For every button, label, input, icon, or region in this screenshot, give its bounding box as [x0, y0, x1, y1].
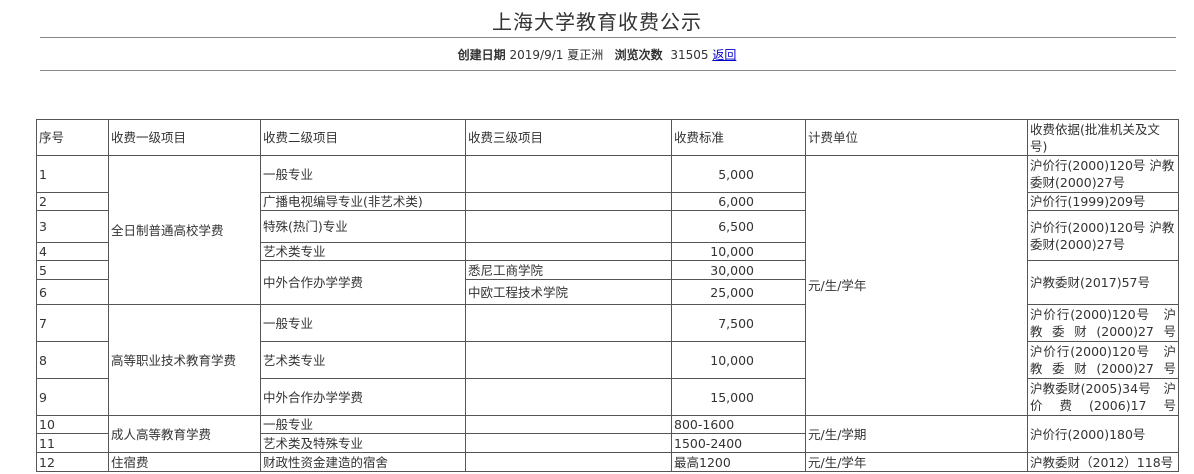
created-date-label: 创建日期	[457, 48, 506, 62]
table-row: 1 全日制普通高校学费 一般专业 5,000 元/生/学年 沪价行(2000)1…	[36, 155, 1179, 416]
fee-standard: 7,500	[671, 304, 806, 342]
header-cell: 收费标准	[671, 119, 806, 156]
fee-standard: 800-1600	[671, 415, 806, 434]
row-number: 8	[36, 341, 109, 379]
header-cell: 收费二级项目	[260, 119, 466, 156]
header-cell: 收费三级项目	[465, 119, 672, 156]
fee-subsubcategory	[465, 304, 672, 342]
fee-basis: 沪价行(2000)180号	[1027, 415, 1179, 453]
fee-standard: 10,000	[671, 242, 806, 261]
billing-unit: 元/生/学期	[805, 415, 1028, 453]
fee-basis: 沪教委财(2017)57号	[1027, 260, 1179, 305]
article-meta: 创建日期 2019/9/1 夏正洲 浏览次数 31505 返回	[0, 46, 1194, 63]
fee-subsubcategory	[465, 155, 672, 193]
fee-basis: 沪价行(2000)120号 沪教委财(2000)27号	[1027, 155, 1179, 193]
fee-category: 全日制普通高校学费	[108, 155, 261, 305]
fee-subsubcategory	[465, 192, 672, 211]
fee-standard: 30,000	[671, 260, 806, 280]
divider-bottom	[40, 70, 1176, 71]
fee-basis: 沪价行(1999)209号	[1027, 192, 1179, 211]
fee-subcategory: 一般专业	[260, 415, 466, 434]
fee-table: 序号 收费一级项目 收费二级项目 收费三级项目 收费标准 计费单位 收费依据(批…	[36, 119, 1179, 472]
fee-standard: 15,000	[671, 378, 806, 416]
table-row: 10 成人高等教育学费 一般专业 800-1600 元/生/学期 沪价行(200…	[36, 415, 1179, 453]
fee-subsubcategory	[465, 452, 672, 472]
fee-subcategory: 中外合作办学学费	[260, 260, 466, 305]
row-number: 12	[36, 452, 109, 472]
fee-subcategory: 中外合作办学学费	[260, 378, 466, 416]
fee-standard: 1500-2400	[671, 433, 806, 453]
view-count-label: 浏览次数	[614, 48, 663, 62]
row-number: 5	[36, 260, 109, 280]
fee-standard: 6,000	[671, 192, 806, 211]
fee-subcategory: 艺术类专业	[260, 341, 466, 379]
fee-standard: 5,000	[671, 155, 806, 193]
fee-subcategory: 艺术类专业	[260, 242, 466, 261]
fee-standard: 25,000	[671, 279, 806, 305]
row-number: 4	[36, 242, 109, 261]
header-cell: 序号	[36, 119, 109, 156]
fee-subsubcategory	[465, 415, 672, 434]
row-number: 2	[36, 192, 109, 211]
row-number: 7	[36, 304, 109, 342]
fee-category: 高等职业技术教育学费	[108, 304, 261, 416]
fee-subcategory: 一般专业	[260, 155, 466, 193]
fee-subsubcategory	[465, 378, 672, 416]
fee-subsubcategory	[465, 433, 672, 453]
table-row: 12 住宿费 财政性资金建造的宿舍 最高1200 元/生/学年 沪教委财（201…	[36, 452, 1179, 472]
fee-basis: 沪价行(2000)120号 沪教委财(2000)27号	[1027, 341, 1179, 379]
row-number: 3	[36, 210, 109, 243]
fee-category: 成人高等教育学费	[108, 415, 261, 453]
header-cell: 计费单位	[805, 119, 1028, 156]
row-number: 11	[36, 433, 109, 453]
fee-basis: 沪价行(2000)120号 沪教委财(2000)27号	[1027, 304, 1179, 342]
fee-subsubcategory	[465, 341, 672, 379]
row-number: 9	[36, 378, 109, 416]
fee-standard: 10,000	[671, 341, 806, 379]
billing-unit: 元/生/学年	[805, 155, 1028, 416]
fee-subcategory: 艺术类及特殊专业	[260, 433, 466, 453]
fee-subsubcategory: 中欧工程技术学院	[465, 279, 672, 305]
fee-subcategory: 广播电视编导专业(非艺术类)	[260, 192, 466, 211]
row-number: 1	[36, 155, 109, 193]
fee-subcategory: 一般专业	[260, 304, 466, 342]
fee-basis: 沪教委财(2005)34号 沪价费(2006)17号	[1027, 378, 1179, 416]
created-date-value: 2019/9/1 夏正洲	[509, 48, 604, 62]
fee-standard: 6,500	[671, 210, 806, 243]
view-count-value: 31505	[670, 48, 709, 62]
back-link[interactable]: 返回	[712, 48, 736, 62]
divider-top	[40, 37, 1176, 38]
row-number: 10	[36, 415, 109, 434]
fee-subsubcategory	[465, 210, 672, 243]
header-cell: 收费依据(批准机关及文号)	[1027, 119, 1179, 156]
fee-subsubcategory	[465, 242, 672, 261]
header-cell: 收费一级项目	[108, 119, 261, 156]
table-header-row: 序号 收费一级项目 收费二级项目 收费三级项目 收费标准 计费单位 收费依据(批…	[36, 119, 1179, 156]
row-number: 6	[36, 279, 109, 305]
fee-category: 住宿费	[108, 452, 261, 472]
fee-basis: 沪价行(2000)120号 沪教委财(2000)27号	[1027, 210, 1179, 261]
billing-unit: 元/生/学年	[805, 452, 1028, 472]
fee-subsubcategory: 悉尼工商学院	[465, 260, 672, 280]
fee-standard: 最高1200	[671, 452, 806, 472]
fee-subcategory: 特殊(热门)专业	[260, 210, 466, 243]
fee-subcategory: 财政性资金建造的宿舍	[260, 452, 466, 472]
fee-basis: 沪教委财（2012）118号	[1027, 452, 1179, 472]
page-title: 上海大学教育收费公示	[492, 10, 702, 34]
